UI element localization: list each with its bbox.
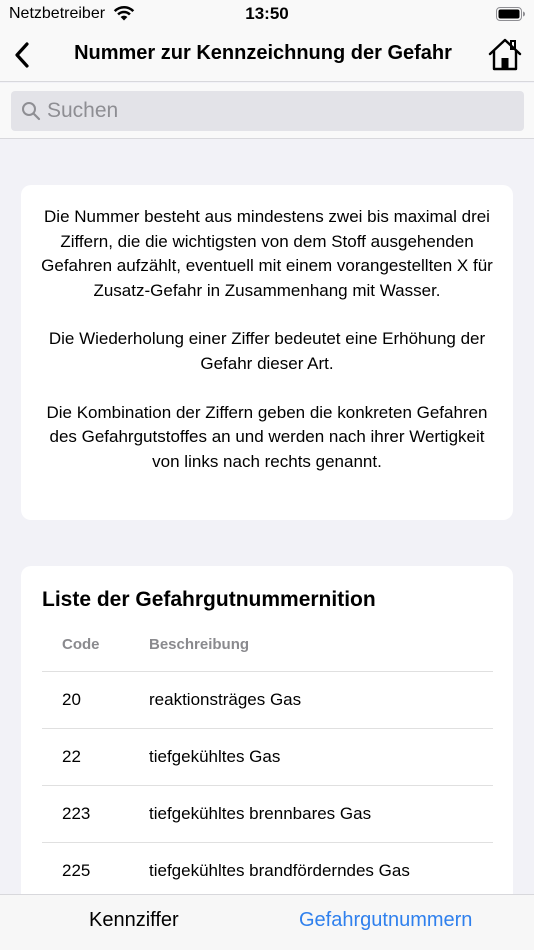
tab-bar: Kennziffer Gefahrgutnummern <box>0 894 534 950</box>
navigation-bar: Nummer zur Kennzeichnung der Gefahr <box>0 28 534 82</box>
table-row[interactable]: 223 tiefgekühltes brennbares Gas <box>42 786 493 843</box>
info-paragraph: Die Wiederholung einer Ziffer bedeutet e… <box>48 329 486 373</box>
content-scroll[interactable]: Die Nummer besteht aus mindestens zwei b… <box>0 140 534 894</box>
row-description: reaktionsträges Gas <box>149 690 302 709</box>
status-bar: Netzbetreiber 13:50 <box>0 0 534 28</box>
tab-kennziffer[interactable]: Kennziffer <box>89 909 179 932</box>
status-time: 13:50 <box>245 4 289 23</box>
chevron-left-icon <box>15 42 29 68</box>
hazard-rows: 20 reaktionsträges Gas 22 tiefgekühltes … <box>42 672 493 894</box>
list-title: Liste der Gefahrgutnummernition <box>42 588 376 611</box>
back-button[interactable] <box>6 36 38 74</box>
page-title: Nummer zur Kennzeichnung der Gefahr <box>74 42 452 64</box>
home-button[interactable] <box>486 34 524 74</box>
search-input[interactable] <box>47 99 507 123</box>
row-code: 22 <box>62 747 81 766</box>
row-description: tiefgekühltes Gas <box>149 747 281 766</box>
table-row[interactable]: 225 tiefgekühltes brandförderndes Gas <box>42 843 493 894</box>
info-card: Die Nummer besteht aus mindestens zwei b… <box>21 185 513 520</box>
info-paragraph: Die Nummer besteht aus mindestens zwei b… <box>41 207 493 300</box>
table-row[interactable]: 20 reaktionsträges Gas <box>42 672 493 729</box>
battery-icon <box>496 7 525 21</box>
search-icon <box>22 102 41 121</box>
tab-gefahrgutnummern[interactable]: Gefahrgutnummern <box>299 909 472 932</box>
row-code: 225 <box>62 861 91 880</box>
info-paragraph: Die Kombination der Ziffern geben die ko… <box>46 402 488 471</box>
search-field[interactable] <box>11 91 524 131</box>
row-description: tiefgekühltes brandförderndes Gas <box>149 861 410 880</box>
column-header-code: Code <box>62 636 100 653</box>
home-icon <box>488 38 522 71</box>
row-code: 223 <box>62 804 91 823</box>
hazard-list-card: Liste der Gefahrgutnummernition Code Bes… <box>21 566 513 894</box>
row-description: tiefgekühltes brennbares Gas <box>149 804 372 823</box>
screen: Netzbetreiber 13:50 Nummer zur Kennzeich… <box>0 0 534 950</box>
search-area <box>0 83 534 139</box>
table-row[interactable]: 22 tiefgekühltes Gas <box>42 729 493 786</box>
column-header-description: Beschreibung <box>149 636 250 653</box>
list-header: Code Beschreibung <box>42 626 493 672</box>
row-code: 20 <box>62 690 81 709</box>
